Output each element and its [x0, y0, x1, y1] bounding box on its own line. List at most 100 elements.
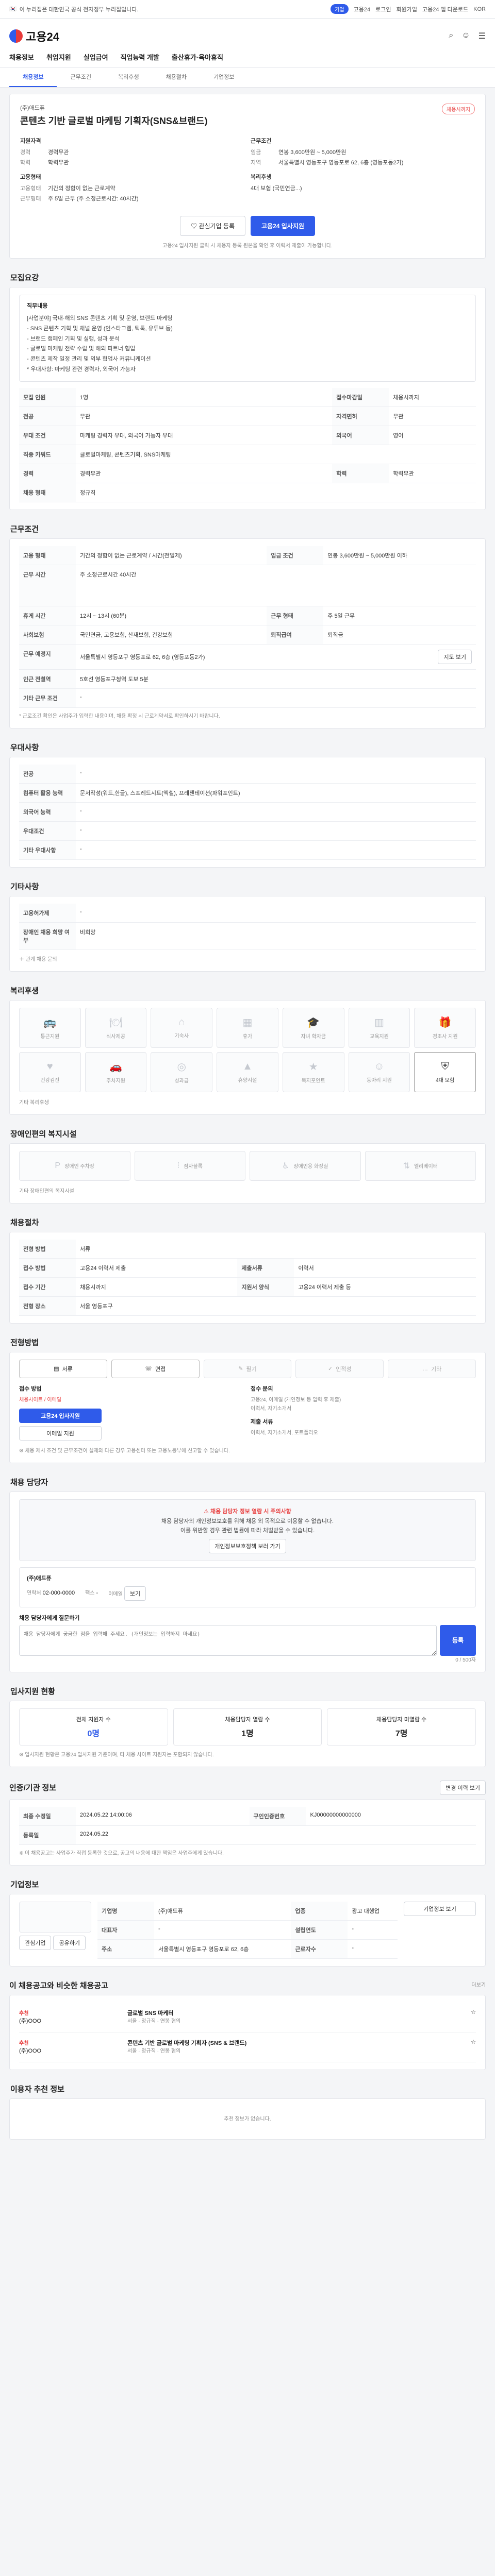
gov-topbar: 🇰🇷 이 누리집은 대한민국 공식 전자정부 누리집입니다. 기업 고용24 로… [0, 0, 495, 19]
benefit-item: ☺ 동아리 지원 [348, 1052, 410, 1092]
dots-icon: … [422, 1365, 428, 1372]
main-nav: 채용정보 취업지원 실업급여 직업능력 개발 출산휴가·육아휴직 [9, 46, 486, 67]
job-title: 콘텐츠 기반 글로벌 마케팅 기획자(SNS&브랜드) [20, 116, 208, 126]
list-item[interactable]: 추천 (주)OOO 글로벌 SNS 마케터 서울 · 정규직 · 연봉 협의 ☆ [19, 2003, 476, 2032]
doc-icon: ▤ [54, 1366, 59, 1372]
table-row: 기업명 (주)애드퓨 업종 광고 대행업 [97, 1901, 398, 1921]
history-button[interactable]: 변경 이력 보기 [440, 1780, 486, 1795]
apply-button-2[interactable]: 고용24 입사지원 [19, 1408, 102, 1423]
section-prefer: 우대사항 [10, 743, 39, 752]
cond-title: 근무조건 [251, 138, 272, 145]
bookmark-icon[interactable]: ☆ [471, 2039, 476, 2045]
company-section: 관심기업 공유하기 기업명 (주)애드퓨 업종 광고 대행업 대표자 - 설립연도 - 주소… [9, 1893, 486, 1967]
detail-tabs: 채용정보 근무조건 복리후생 채용절차 기업정보 [0, 67, 495, 88]
privacy-policy-button[interactable]: 개인정보보호정책 보러 가기 [209, 1538, 286, 1553]
heart-icon: ♡ [191, 223, 199, 230]
nav-jobs[interactable]: 채용정보 [9, 52, 34, 62]
company-detail-button[interactable]: 기업정보 보기 [404, 1901, 476, 1916]
related-more-link[interactable]: 더보기 [471, 1981, 486, 1990]
tab-company[interactable]: 기업정보 [200, 67, 248, 87]
question-input[interactable] [19, 1624, 437, 1656]
topbar-link-home[interactable]: 고용24 [354, 5, 370, 13]
benefit-item: 🚗 주차지원 [85, 1052, 147, 1092]
apply-note: ※ 채용 제시 조건 및 근무조건이 실제와 다른 경우 고용센터 또는 고용노… [19, 1448, 230, 1454]
table-row: 인근 전철역 5호선 영등포구청역 도보 5분 [19, 669, 476, 689]
section-related: 이 채용공고와 비슷한 채용공고 [9, 1981, 108, 1990]
benefit-item: ★ 복지포인트 [282, 1052, 344, 1092]
tab-conditions[interactable]: 근무조건 [57, 67, 104, 87]
method-interview: ☏ 면접 [111, 1359, 200, 1378]
section-conditions: 근무조건 [10, 524, 39, 534]
bookmark-icon[interactable]: ☆ [471, 2009, 476, 2015]
company-logo [19, 1901, 91, 1933]
tab-process[interactable]: 채용절차 [152, 67, 200, 87]
section-company: 기업정보 [10, 1880, 39, 1889]
nav-leave[interactable]: 출산휴가·육아휴직 [172, 52, 223, 62]
email-apply-button[interactable]: 이메일 지원 [19, 1426, 102, 1440]
pencil-icon: ✎ [238, 1366, 243, 1372]
app-download-link[interactable]: 고용24 앱 다운로드 [422, 5, 468, 13]
nav-training[interactable]: 직업능력 개발 [121, 52, 159, 62]
table-row: 장애인 채용 희망 여부 비희망 [19, 922, 476, 950]
map-button[interactable]: 지도 보기 [438, 649, 472, 664]
reg-section: 최종 수정일 2024.05.22 14:00:06 구인인증번호 KJ0000000… [9, 1799, 486, 1866]
job-desc-box: 직무내용 [사업분야] 국내·해외 SNS 콘텐츠 기획 및 운영, 브랜드 마… [19, 295, 476, 382]
etc-table: 고용허가제 - 장애인 채용 희망 여부 비희망 [19, 903, 476, 950]
site-header: 고용24 ⌕ ☺ ☰ 채용정보 취업지원 실업급여 직업능력 개발 출산휴가·육… [0, 19, 495, 67]
privacy-alert: ⚠ 채용 담당자 정보 열람 시 주의사항 채용 담당자의 개인정보보호를 위해… [19, 1499, 476, 1561]
topbar-link-join[interactable]: 회원가입 [396, 5, 417, 13]
method-aptitude: ✓ 인적성 [295, 1359, 384, 1378]
interest-button[interactable]: ♡ 관심기업 등록 [180, 216, 245, 236]
share-button[interactable]: 공유하기 [53, 1935, 86, 1950]
section-contact: 채용 담당자 [10, 1478, 48, 1487]
company-name[interactable]: (주)애드퓨 [20, 104, 208, 112]
email-view-button[interactable]: 보기 [124, 1586, 146, 1601]
lang-select[interactable]: KOR [473, 6, 486, 12]
benefit-item: ♥ 건강검진 [19, 1052, 81, 1092]
apply-button[interactable]: 고용24 입사지원 [250, 216, 315, 236]
benefit-item: 🍽 식사제공 [85, 1007, 147, 1048]
etc-toggle[interactable]: ＋ 관계 채용 문의 [19, 955, 476, 964]
grad-icon: 🎓 [307, 1016, 320, 1028]
nav-support[interactable]: 취업지원 [46, 52, 71, 62]
shield-icon: ⛨ [441, 1060, 449, 1072]
table-row: 컴퓨터 활용 능력 문서작성(워드,한글), 스프레드시트(엑셀), 프레젠테이션… [19, 783, 476, 803]
question-count: 0 / 500자 [455, 1657, 476, 1663]
section-etc: 기타사항 [10, 882, 39, 891]
like-company-button[interactable]: 관심기업 [19, 1935, 52, 1950]
etc-section: 고용허가제 - 장애인 채용 희망 여부 비희망 ＋ 관계 채용 문의 [9, 895, 486, 972]
menu-icon[interactable]: ☰ [478, 31, 486, 41]
benefit-item: ▦ 휴가 [217, 1007, 278, 1048]
table-row: 모집 인원 1명 접수마감일 채용시까지 [19, 387, 476, 407]
tab-recruit[interactable]: 채용정보 [9, 67, 57, 87]
apply-note: 고용24 입사지원 클릭 시 채용자 등록 원본을 확인 후 이력서 제출이 가… [162, 243, 333, 249]
meal-icon: 🍽 [109, 1016, 123, 1028]
question-submit-button[interactable]: 등록 [440, 1624, 476, 1656]
user-icon[interactable]: ☺ [461, 31, 470, 41]
gov-pill[interactable]: 기업 [331, 4, 349, 14]
table-row: 기타 우대사항 - [19, 840, 476, 860]
search-icon[interactable]: ⌕ [449, 31, 453, 41]
list-item[interactable]: 추천 (주)OOO 콘텐츠 기반 글로벌 마케팅 기획자 (SNS & 브랜드) 서… [19, 2032, 476, 2062]
benefit-item: 🚌 통근지원 [19, 1007, 81, 1048]
table-row: 고용허가제 - [19, 903, 476, 923]
section-stats: 입사지원 현황 [10, 1687, 55, 1696]
table-row: 우대 조건 마케팅 경력자 우대, 외국어 가능자 우대 외국어 영어 [19, 426, 476, 445]
site-logo[interactable]: 고용24 [9, 28, 59, 44]
table-row: 휴게 시간 12시 ~ 13시 (60분) 근무 형태 주 5일 근무 [19, 606, 476, 625]
table-row: 사회보험 국민연금, 고용보험, 산재보험, 건강보험 퇴직급여 퇴직금 [19, 625, 476, 645]
table-row: 경력 경력무관 학력 학력무관 [19, 464, 476, 483]
tab-benefits[interactable]: 복리후생 [105, 67, 152, 87]
apply-section: ▤ 서류 ☏ 면접 ✎ 필기 ✓ 인적성 … 기타 접수 방법 채용사이트 / 이메일 고… [9, 1351, 486, 1463]
disability-section: P 장애인 주차장 ⁞ 점자블록 ♿ 장애인용 화장실 ⇅ 엘리베이터 기타 장애인편의… [9, 1143, 486, 1204]
stats-section: 전체 지원자 수 0명 채용담당자 열람 수 1명 채용담당자 미열람 수 7명 ※ … [9, 1700, 486, 1767]
table-row: 접수 기간 채용시까지 지원서 양식 고용24 이력서 제출 등 [19, 1277, 476, 1297]
method-written: ✎ 필기 [203, 1359, 292, 1378]
nav-unemployment[interactable]: 실업급여 [84, 52, 108, 62]
table-row: 채용 형태 정규직 [19, 483, 476, 502]
parking-icon: P [55, 1161, 61, 1170]
conditions-section: 고용 형태 기간의 정함이 없는 근로계약 / 시간(전일제) 임금 조건 연봉 3,… [9, 538, 486, 728]
prefer-section: 전공 - 컴퓨터 활용 능력 문서작성(워드,한글), 스프레드시트(엑셀), 프레… [9, 756, 486, 868]
conditions-table: 고용 형태 기간의 정함이 없는 근로계약 / 시간(전일제) 임금 조건 연봉 3,… [19, 546, 476, 708]
topbar-link-login[interactable]: 로그인 [375, 5, 391, 13]
